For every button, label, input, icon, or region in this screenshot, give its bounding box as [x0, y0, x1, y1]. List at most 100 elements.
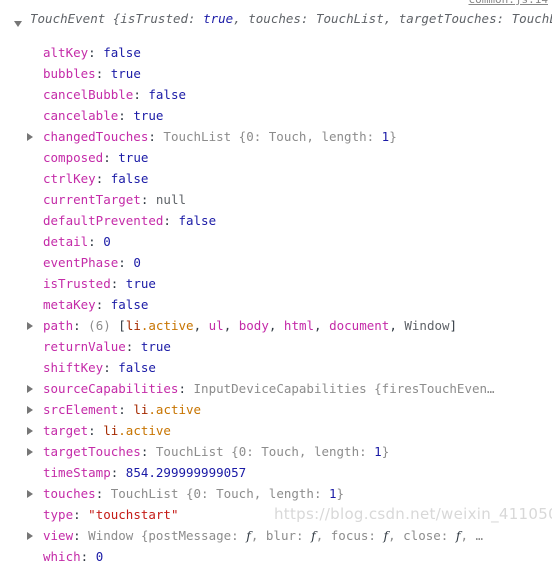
property-key: isTrusted: [43, 276, 111, 291]
property-separator: :: [88, 45, 104, 60]
object-preview-text: TouchList {0: Touch, length:: [155, 444, 375, 459]
property-key: detail: [43, 234, 89, 249]
property-row[interactable]: cancelable: true: [0, 105, 552, 126]
property-separator: :: [95, 171, 111, 186]
property-value: 0: [133, 255, 141, 270]
property-value: TouchList {0: Touch, length: 1}: [163, 129, 396, 144]
property-row[interactable]: sourceCapabilities: InputDeviceCapabilit…: [0, 378, 552, 399]
property-row[interactable]: timeStamp: 854.299999999057: [0, 462, 552, 483]
property-separator: :: [133, 87, 149, 102]
property-value: "touchstart": [88, 507, 179, 522]
node-class: .active: [148, 402, 202, 417]
property-value: TouchList {0: Touch, length: 1}: [156, 444, 389, 459]
property-row[interactable]: changedTouches: TouchList {0: Touch, len…: [0, 126, 552, 147]
property-row[interactable]: ctrlKey: false: [0, 168, 552, 189]
property-row[interactable]: altKey: false: [0, 42, 552, 63]
property-row[interactable]: bubbles: true: [0, 63, 552, 84]
object-preview-text: , focus:: [315, 528, 384, 543]
property-row[interactable]: defaultPrevented: false: [0, 210, 552, 231]
object-preview-line1-a: TouchEvent {isTrusted:: [30, 11, 204, 26]
property-row[interactable]: cancelBubble: false: [0, 84, 552, 105]
property-row[interactable]: targetTouches: TouchList {0: Touch, leng…: [0, 441, 552, 462]
property-value: true: [140, 339, 171, 354]
chevron-right-icon[interactable]: [27, 385, 33, 393]
array-separator: ,: [223, 318, 239, 333]
property-row[interactable]: target: li.active: [0, 420, 552, 441]
property-row[interactable]: eventPhase: 0: [0, 252, 552, 273]
chevron-right-icon[interactable]: [27, 532, 33, 540]
property-separator: :: [103, 150, 119, 165]
property-row[interactable]: type: "touchstart": [0, 504, 552, 525]
object-preview-text: TouchList {0: Touch, length:: [110, 486, 329, 501]
property-row[interactable]: currentTarget: null: [0, 189, 552, 210]
chevron-right-icon[interactable]: [27, 406, 33, 414]
property-value[interactable]: li.active: [103, 423, 171, 438]
property-key: returnValue: [43, 339, 126, 354]
property-value[interactable]: li.active: [133, 402, 201, 417]
property-value: true: [125, 276, 156, 291]
property-separator: :: [178, 381, 194, 396]
property-key: defaultPrevented: [43, 213, 164, 228]
property-key: srcElement: [43, 402, 119, 417]
property-value: false: [110, 171, 149, 186]
property-row[interactable]: which: 0: [0, 546, 552, 567]
property-value: false: [110, 297, 149, 312]
object-preview-text: , blur:: [250, 528, 312, 543]
chevron-right-icon[interactable]: [27, 322, 33, 330]
property-row[interactable]: returnValue: true: [0, 336, 552, 357]
property-key: shiftKey: [43, 360, 104, 375]
chevron-down-icon[interactable]: [14, 21, 22, 27]
property-value: Window {postMessage: f, blur: f, focus: …: [88, 528, 483, 543]
property-value: TouchList {0: Touch, length: 1}: [111, 486, 344, 501]
object-brace-close: }: [381, 444, 390, 459]
property-separator: :: [88, 423, 104, 438]
array-separator: ,: [314, 318, 330, 333]
chevron-right-icon[interactable]: [27, 490, 33, 498]
property-key: sourceCapabilities: [43, 381, 179, 396]
property-key: bubbles: [43, 66, 96, 81]
property-row[interactable]: isTrusted: true: [0, 273, 552, 294]
property-separator: :: [95, 297, 111, 312]
array-item[interactable]: document: [329, 318, 389, 333]
property-key: timeStamp: [43, 465, 111, 480]
property-value: 854.299999999057: [125, 465, 247, 480]
property-key: targetTouches: [43, 444, 141, 459]
object-preview-text: TouchList {0: Touch, length:: [163, 129, 382, 144]
property-key: cancelable: [43, 108, 119, 123]
property-row[interactable]: metaKey: false: [0, 294, 552, 315]
console-object-root: TouchEvent {isTrusted: true, touches: To…: [0, 8, 552, 29]
property-row[interactable]: touches: TouchList {0: Touch, length: 1}: [0, 483, 552, 504]
property-value: InputDeviceCapabilities {firesTouchEven…: [193, 381, 495, 396]
property-value: true: [133, 108, 164, 123]
object-preview-text: Window {postMessage:: [88, 528, 247, 543]
property-separator: :: [148, 129, 164, 144]
object-brace-close: }: [389, 129, 397, 144]
property-value: null: [155, 192, 187, 207]
property-separator: :: [73, 528, 89, 543]
property-row[interactable]: detail: 0: [0, 231, 552, 252]
array-item[interactable]: body: [239, 318, 269, 333]
property-separator: :: [118, 108, 134, 123]
chevron-right-icon[interactable]: [27, 427, 33, 435]
property-value: 0: [103, 234, 111, 249]
property-row[interactable]: srcElement: li.active: [0, 399, 552, 420]
property-value: true: [118, 150, 149, 165]
object-brace-close: }: [336, 486, 345, 501]
object-preview-line1-b: true: [203, 11, 234, 26]
source-file-link[interactable]: common.js:14: [469, 0, 548, 6]
array-separator: ,: [389, 318, 405, 333]
array-item[interactable]: html: [284, 318, 314, 333]
array-bracket-close: ]: [449, 318, 458, 333]
array-item[interactable]: Window: [404, 318, 449, 333]
property-row[interactable]: shiftKey: false: [0, 357, 552, 378]
array-item[interactable]: li.active: [126, 318, 194, 333]
property-row[interactable]: composed: true: [0, 147, 552, 168]
array-item[interactable]: ul: [209, 318, 224, 333]
node-class: .active: [140, 318, 194, 333]
property-row[interactable]: path: (6) [li.active, ul, body, html, do…: [0, 315, 552, 336]
chevron-right-icon[interactable]: [27, 133, 33, 141]
property-separator: :: [73, 318, 89, 333]
object-preview-line[interactable]: TouchEvent {isTrusted: true, touches: To…: [0, 8, 552, 29]
chevron-right-icon[interactable]: [27, 448, 33, 456]
property-separator: :: [73, 507, 89, 522]
